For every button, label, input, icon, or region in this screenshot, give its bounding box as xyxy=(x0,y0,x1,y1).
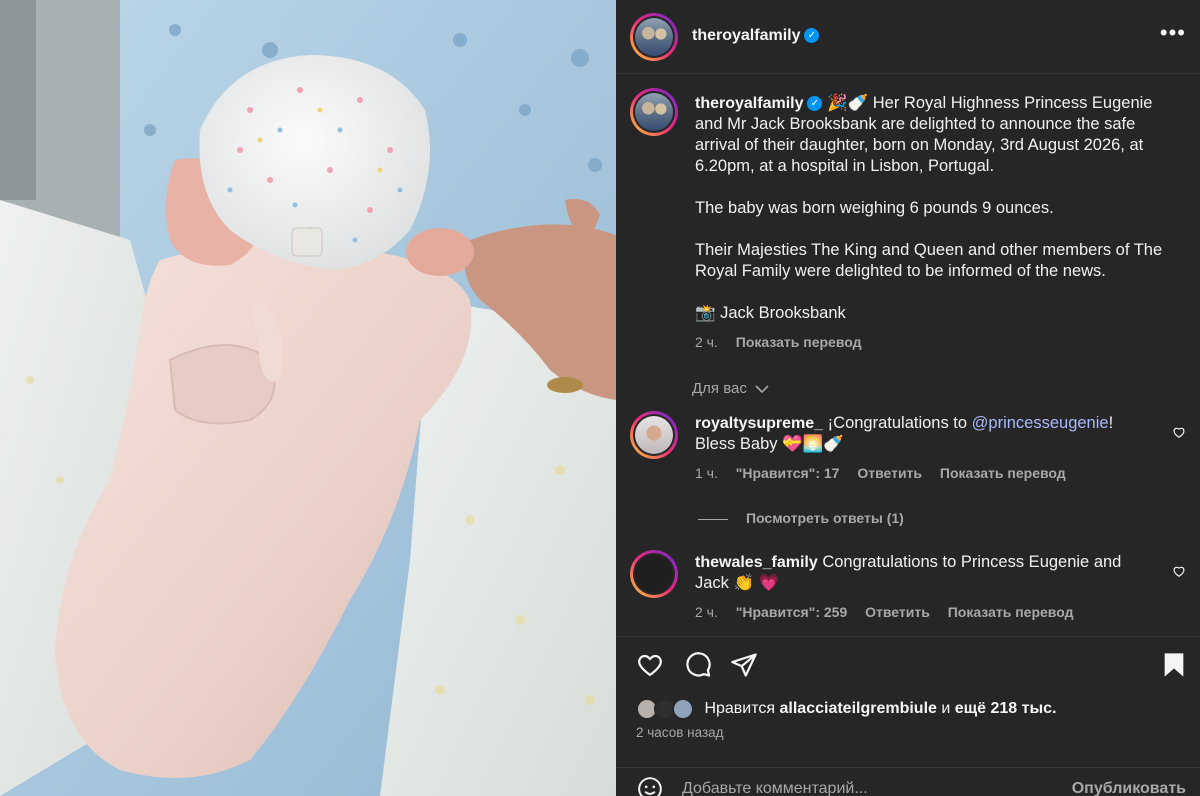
comment-time[interactable]: 2 ч. xyxy=(695,604,718,620)
comment-likes-count[interactable]: "Нравится": 259 xyxy=(736,604,847,620)
add-comment-bar: Опубликовать xyxy=(616,767,1200,796)
comment-likes-count[interactable]: "Нравится": 17 xyxy=(736,465,840,481)
more-options-icon[interactable]: ••• xyxy=(1160,22,1186,44)
comment-like-heart-icon[interactable] xyxy=(1172,425,1186,439)
comment-like-heart-icon[interactable] xyxy=(1172,564,1186,578)
commenter-avatar[interactable] xyxy=(630,411,678,459)
photo-credit: 📸 Jack Brooksbank xyxy=(695,304,846,322)
comment-reply-button[interactable]: Ответить xyxy=(865,604,930,620)
chevron-down-icon xyxy=(755,385,769,394)
likes-prefix: Нравится xyxy=(704,700,776,718)
caption-meta: 2 ч. Показать перевод xyxy=(695,332,1175,353)
avatar xyxy=(672,698,694,720)
like-heart-icon[interactable] xyxy=(636,651,664,679)
emoji-smile-icon[interactable] xyxy=(637,776,663,796)
caption-avatar[interactable] xyxy=(630,88,678,136)
likes-count[interactable]: ещё 218 тыс. xyxy=(955,700,1057,717)
comment-username[interactable]: royaltysupreme_ xyxy=(695,415,823,432)
caption-emojis: 🎉🍼 xyxy=(827,94,869,112)
post-caption: theroyalfamily ✓ 🎉🍼 Her Royal Highness Pr… xyxy=(695,93,1175,353)
view-replies-label: Посмотреть ответы (1) xyxy=(746,510,904,526)
comment-body: royaltysupreme_ ¡Congratulations to @pri… xyxy=(695,413,1145,484)
comment-mention-link[interactable]: @princesseugenie xyxy=(972,414,1109,432)
verified-badge-icon: ✓ xyxy=(804,28,820,44)
caption-paragraph-2: The baby was born weighing 6 pounds 9 ou… xyxy=(695,199,1054,217)
view-replies-button[interactable]: Посмотреть ответы (1) xyxy=(698,510,904,526)
comment-translate-link[interactable]: Показать перевод xyxy=(940,465,1066,481)
caption-translate-link[interactable]: Показать перевод xyxy=(736,334,862,350)
likes-user[interactable]: allacciateilgrembiule xyxy=(780,700,937,717)
comment-meta: 2 ч. "Нравится": 259 Ответить Показать п… xyxy=(695,602,1145,623)
author-avatar[interactable] xyxy=(630,13,678,61)
commenter-avatar[interactable] xyxy=(630,550,678,598)
comment-bubble-icon[interactable] xyxy=(684,651,712,679)
comments-sort-dropdown[interactable]: Для вас xyxy=(692,380,769,397)
caption-username[interactable]: theroyalfamily xyxy=(695,95,803,112)
comment-username[interactable]: thewales_family xyxy=(695,554,818,571)
post-actions-bar: Нравится allacciateilgrembiule и ещё 218… xyxy=(616,636,1200,796)
comment-input[interactable] xyxy=(682,774,1042,796)
likes-summary[interactable]: Нравится allacciateilgrembiule и ещё 218… xyxy=(636,698,1057,720)
newborn-photo xyxy=(0,0,616,796)
post-details-panel: theroyalfamily ✓ ••• theroyalfamily ✓ 🎉🍼 H… xyxy=(616,0,1200,796)
author-username[interactable]: theroyalfamily xyxy=(692,27,800,44)
share-send-icon[interactable] xyxy=(730,651,758,679)
verified-badge-icon: ✓ xyxy=(807,96,823,112)
likes-middle: и xyxy=(941,700,951,718)
post-header: theroyalfamily ✓ ••• xyxy=(616,0,1200,74)
liker-avatars xyxy=(636,698,698,720)
comment-text-before: ¡Congratulations to xyxy=(827,414,972,432)
comment-time[interactable]: 1 ч. xyxy=(695,465,718,481)
replies-divider xyxy=(698,518,728,520)
post-time-ago[interactable]: 2 часов назад xyxy=(636,725,724,740)
publish-button[interactable]: Опубликовать xyxy=(1072,780,1186,796)
comments-scroll-area[interactable]: theroyalfamily ✓ 🎉🍼 Her Royal Highness Pr… xyxy=(616,75,1200,635)
caption-paragraph-3: Their Majesties The King and Queen and o… xyxy=(695,241,1163,280)
comment-meta: 1 ч. "Нравится": 17 Ответить Показать пе… xyxy=(695,463,1145,484)
caption-time[interactable]: 2 ч. xyxy=(695,334,718,350)
comments-sort-label: Для вас xyxy=(692,380,747,397)
author-row: theroyalfamily ✓ xyxy=(692,27,820,45)
comment-reply-button[interactable]: Ответить xyxy=(857,465,922,481)
post-photo xyxy=(0,0,616,796)
comment-body: thewales_family Congratulations to Princ… xyxy=(695,552,1145,623)
comment-translate-link[interactable]: Показать перевод xyxy=(948,604,1074,620)
bookmark-saved-icon[interactable] xyxy=(1160,651,1188,679)
